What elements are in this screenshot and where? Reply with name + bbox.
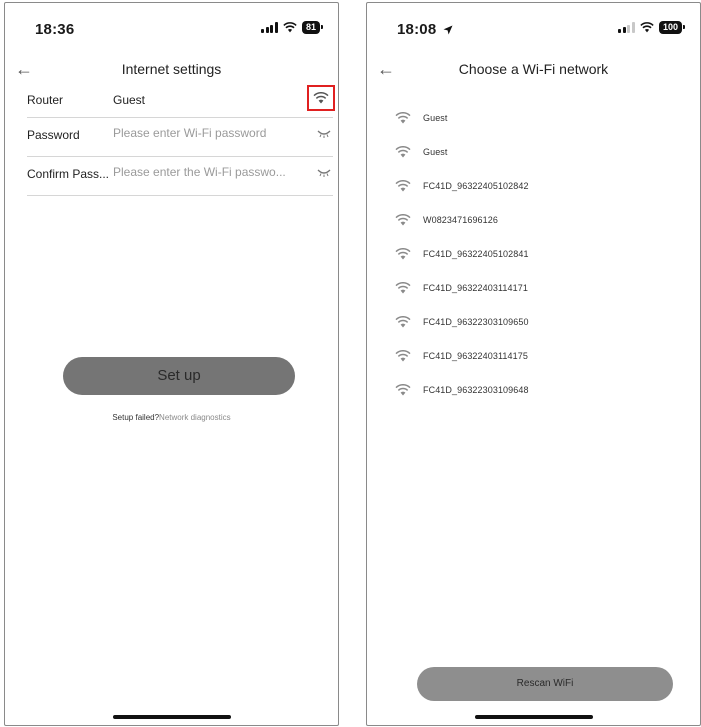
- choose-wifi-screen: 18:08 100 ← Choose a Wi-Fi network Guest…: [366, 2, 701, 726]
- wifi-network-item[interactable]: FC41D_96322403114171: [395, 273, 685, 307]
- choose-wifi-button[interactable]: [307, 85, 335, 111]
- nav-bar: ← Internet settings: [5, 59, 338, 81]
- home-indicator[interactable]: [474, 715, 593, 719]
- wifi-icon: [313, 92, 329, 104]
- password-input[interactable]: [113, 126, 289, 140]
- wifi-network-item[interactable]: FC41D_96322403114175: [395, 341, 685, 375]
- page-title: Choose a Wi-Fi network: [458, 61, 609, 77]
- wifi-network-item[interactable]: Guest: [395, 137, 685, 171]
- wifi-network-item[interactable]: FC41D_96322405102842: [395, 171, 685, 205]
- status-time: 18:36: [35, 21, 75, 38]
- password-label: Password: [27, 128, 80, 142]
- wifi-status-icon: [640, 22, 654, 33]
- setup-button[interactable]: Set up: [63, 357, 295, 395]
- confirm-password-input[interactable]: [113, 165, 289, 179]
- router-label: Router: [27, 93, 64, 107]
- eye-closed-icon[interactable]: [317, 130, 331, 138]
- router-row: Router Guest: [27, 85, 335, 118]
- eye-closed-icon[interactable]: [317, 169, 331, 177]
- wifi-icon: [395, 112, 411, 124]
- confirm-password-label: Confirm Pass...: [27, 167, 110, 181]
- wifi-network-item[interactable]: Guest: [395, 103, 685, 137]
- signal-icon: [261, 22, 278, 33]
- wifi-network-name: W0823471696126: [423, 215, 498, 225]
- wifi-network-name: FC41D_96322405102842: [423, 181, 529, 191]
- wifi-network-item[interactable]: FC41D_96322303109648: [395, 375, 685, 409]
- wifi-network-name: FC41D_96322403114171: [423, 283, 528, 293]
- password-row: Password: [27, 118, 333, 157]
- wifi-network-list: Guest Guest FC41D_96322405102842 W082347…: [395, 103, 685, 409]
- status-bar: 18:08 100: [367, 17, 700, 41]
- wifi-icon: [395, 384, 411, 396]
- setup-help: Setup failed?Network diagnostics: [5, 413, 338, 422]
- wifi-icon: [395, 316, 411, 328]
- nav-bar: ← Choose a Wi-Fi network: [367, 59, 700, 81]
- wifi-icon: [395, 282, 411, 294]
- wifi-icon: [395, 248, 411, 260]
- router-value: Guest: [113, 93, 146, 107]
- status-time: 18:08: [397, 21, 453, 38]
- wifi-network-name: Guest: [423, 113, 448, 123]
- battery-icon: 100: [658, 21, 686, 34]
- battery-icon: 81: [301, 21, 324, 34]
- wifi-network-name: FC41D_96322303109650: [423, 317, 529, 327]
- wifi-form: Router Guest Password Confirm Pass...: [27, 85, 335, 196]
- wifi-network-item[interactable]: FC41D_96322303109650: [395, 307, 685, 341]
- status-bar: 18:36 81: [5, 17, 338, 41]
- signal-icon: [618, 22, 635, 33]
- wifi-icon: [395, 350, 411, 362]
- network-diagnostics-link[interactable]: Network diagnostics: [159, 413, 231, 422]
- confirm-password-row: Confirm Pass...: [27, 157, 333, 196]
- rescan-wifi-button[interactable]: Rescan WiFi: [417, 667, 673, 701]
- wifi-status-icon: [283, 22, 297, 33]
- wifi-network-name: FC41D_96322405102841: [423, 249, 529, 259]
- status-icons: 100: [618, 21, 686, 34]
- wifi-network-item[interactable]: FC41D_96322405102841: [395, 239, 685, 273]
- page-title: Internet settings: [121, 61, 222, 77]
- setup-failed-text: Setup failed?: [112, 413, 160, 422]
- location-arrow-icon: [443, 25, 453, 35]
- wifi-network-name: FC41D_96322403114175: [423, 351, 528, 361]
- home-indicator[interactable]: [112, 715, 231, 719]
- status-icons: 81: [261, 21, 324, 34]
- wifi-icon: [395, 180, 411, 192]
- wifi-icon: [395, 214, 411, 226]
- wifi-network-name: Guest: [423, 147, 448, 157]
- internet-settings-screen: 18:36 81 ← Internet settings Router Gues…: [4, 2, 339, 726]
- wifi-network-name: FC41D_96322303109648: [423, 385, 529, 395]
- wifi-network-item[interactable]: W0823471696126: [395, 205, 685, 239]
- wifi-icon: [395, 146, 411, 158]
